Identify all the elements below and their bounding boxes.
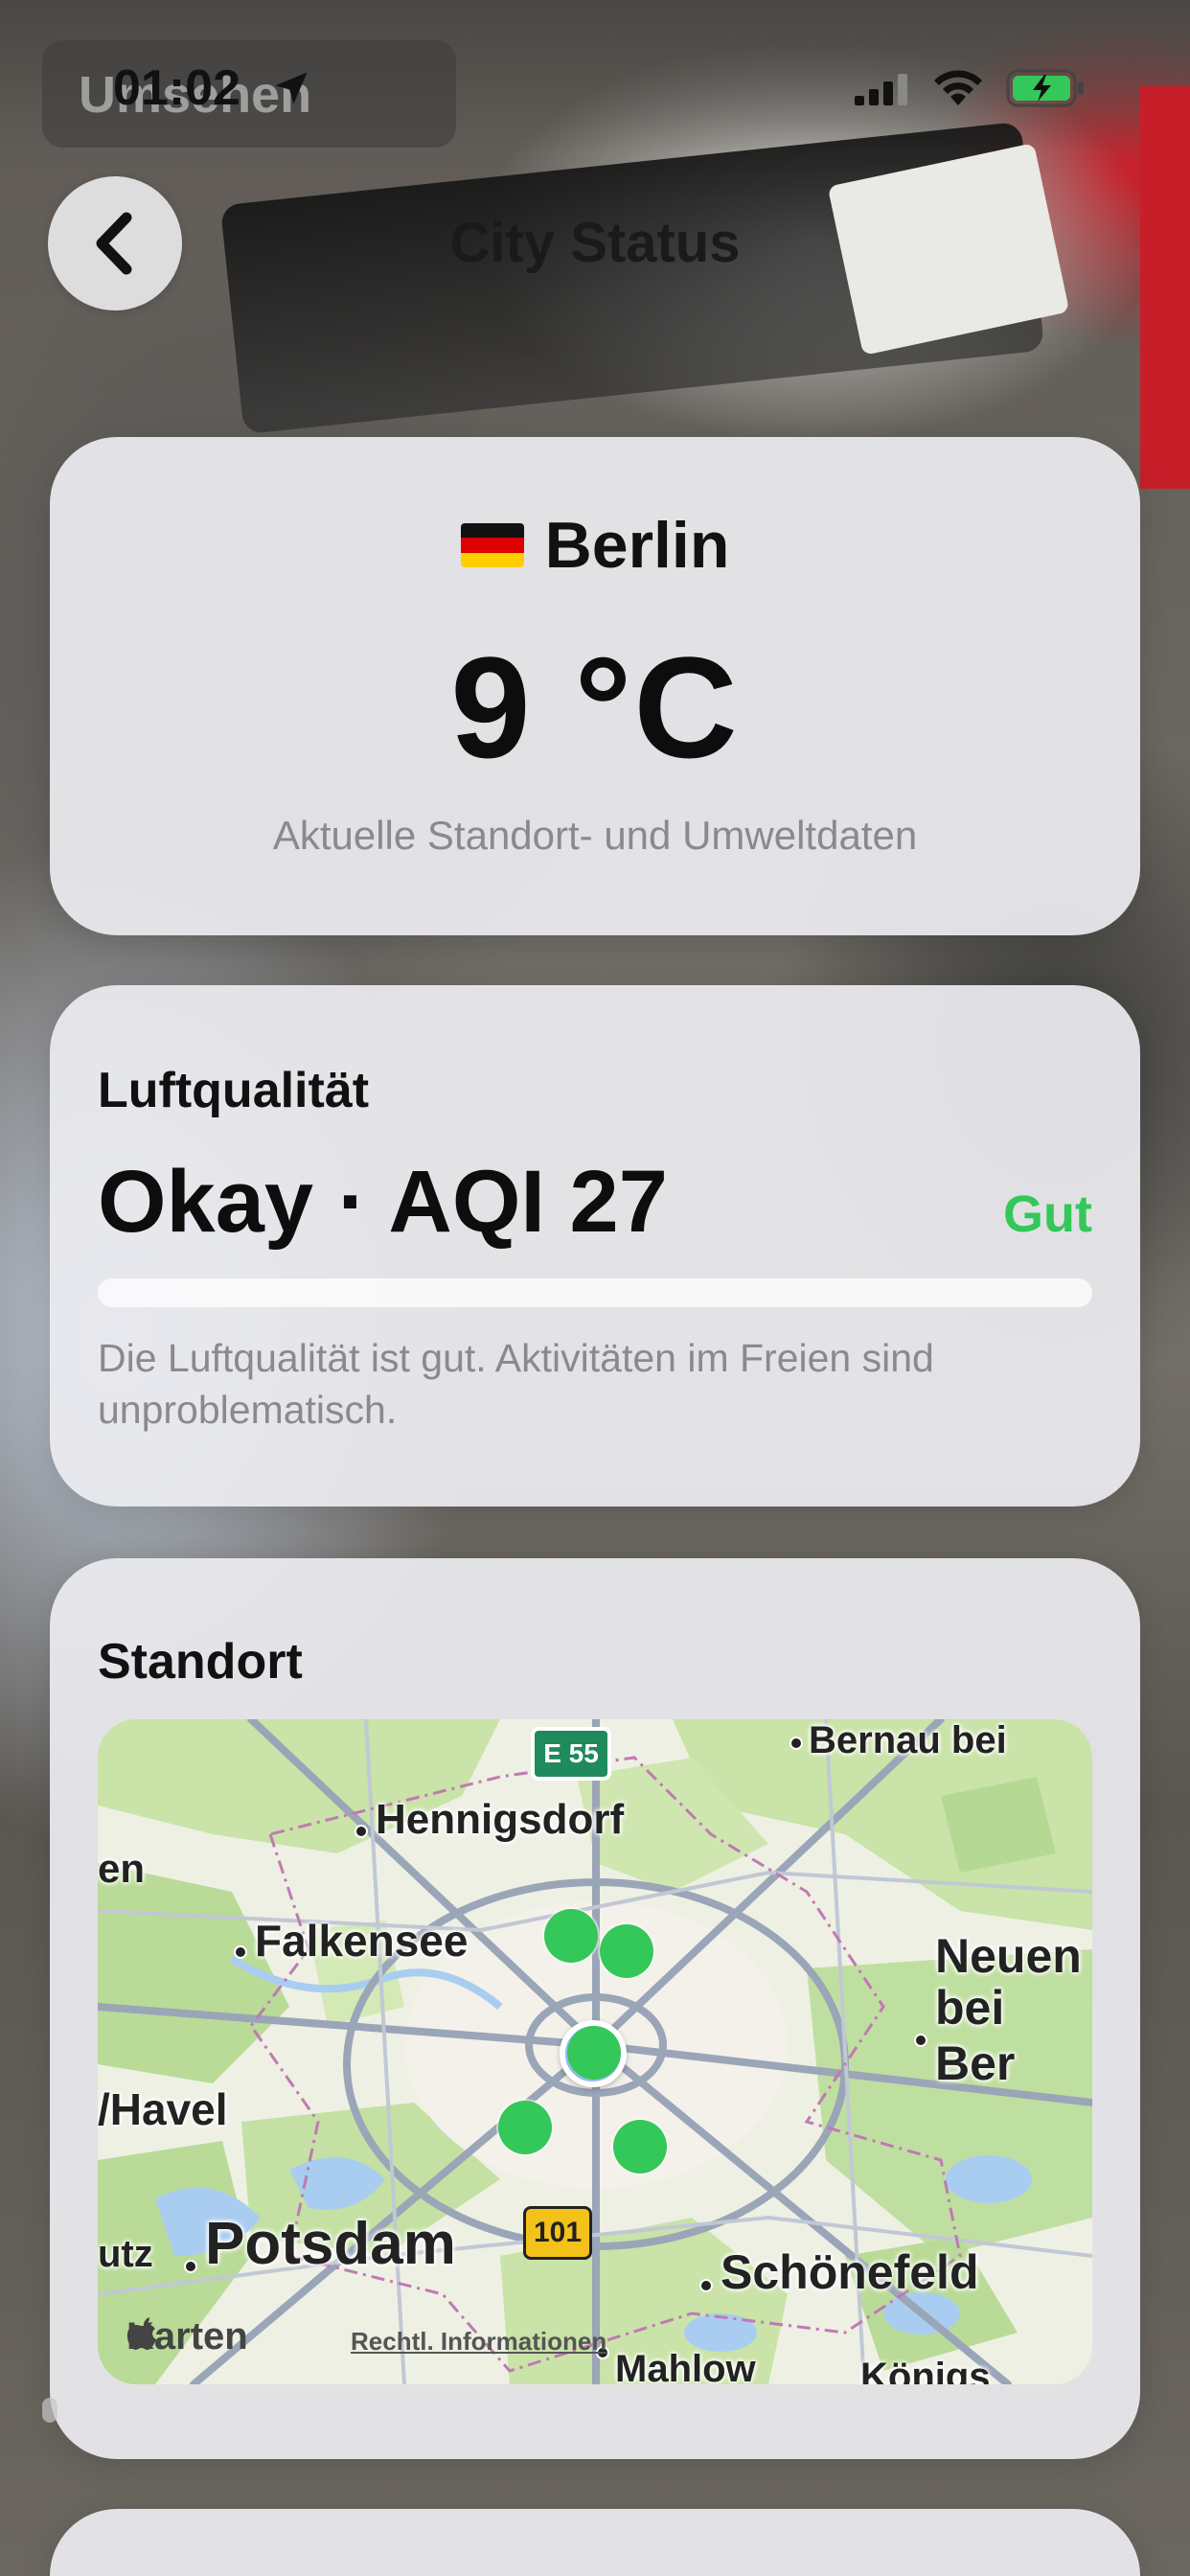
map-label-havel: /Havel [98, 2084, 228, 2134]
map-label-hennigsdorf: Hennigsdorf [376, 1796, 625, 1843]
air-station-pin[interactable] [567, 2026, 621, 2080]
map-place-dot [790, 1736, 803, 1750]
aqi-headline: Okay · AQI 27 [98, 1153, 668, 1251]
maps-attribution: Karten [126, 2315, 248, 2358]
map-label-schoenefeld: Schönefeld [721, 2245, 979, 2299]
air-station-pin[interactable] [498, 2101, 552, 2154]
wifi-icon [934, 70, 982, 105]
map-label-utz: utz [98, 2233, 153, 2275]
location-label: Standort [98, 1634, 303, 1690]
apple-logo-icon [126, 2317, 156, 2350]
map-label-mahlow: Mahlow [615, 2348, 756, 2384]
scroll-handle [42, 2398, 57, 2423]
map-label-koenigs: Königs [860, 2356, 991, 2384]
status-bar: Umsehen 01:02 [0, 0, 1190, 148]
map-place-dot [355, 1825, 368, 1838]
map-label-bernau: Bernau bei [809, 1719, 1007, 1761]
road-shield-101: 101 [523, 2206, 592, 2260]
legal-info-link[interactable]: Rechtl. Informationen [351, 2327, 606, 2357]
air-station-pin[interactable] [600, 1924, 653, 1978]
city-name: Berlin [544, 509, 730, 582]
background-shape [1140, 86, 1190, 489]
air-quality-label: Luftqualität [98, 1063, 370, 1118]
map-label-en: en [98, 1846, 146, 1891]
aqi-progress-fill [98, 1278, 1092, 1307]
aqi-description: Die Luftqualität ist gut. Aktivitäten im… [98, 1336, 934, 1432]
battery-charging-icon [1006, 69, 1084, 107]
next-card [50, 2509, 1140, 2576]
cellular-signal-icon [855, 74, 907, 105]
city-name-row: Berlin [0, 508, 1190, 583]
map-label-neuenhagen-2: bei Ber [935, 1981, 1016, 2090]
map-place-dot [184, 2260, 197, 2273]
map-place-dot [234, 1945, 247, 1959]
city-subtitle: Aktuelle Standort- und Umweltdaten [272, 813, 918, 858]
aqi-rating-badge: Gut [1003, 1185, 1092, 1243]
map-place-dot [914, 2034, 927, 2047]
map-label-falkensee: Falkensee [255, 1916, 469, 1966]
location-map[interactable]: Bernau bei Hennigsdorf en Falkensee Neue… [98, 1719, 1092, 2384]
temperature-value: 9 °C [450, 627, 740, 788]
map-place-dot [699, 2279, 713, 2292]
status-time: 01:02 [113, 60, 240, 116]
road-shield-e55: E 55 [531, 1727, 611, 1781]
map-label-potsdam: Potsdam [205, 2211, 456, 2277]
germany-flag-icon [460, 523, 524, 567]
aqi-progress-track [98, 1278, 1092, 1307]
location-arrow-icon [275, 72, 308, 104]
map-label-neuenhagen: Neuen [935, 1929, 1082, 1983]
page-title: City Status [449, 212, 741, 274]
air-station-pin[interactable] [544, 1909, 598, 1963]
air-station-pin[interactable] [613, 2120, 667, 2174]
